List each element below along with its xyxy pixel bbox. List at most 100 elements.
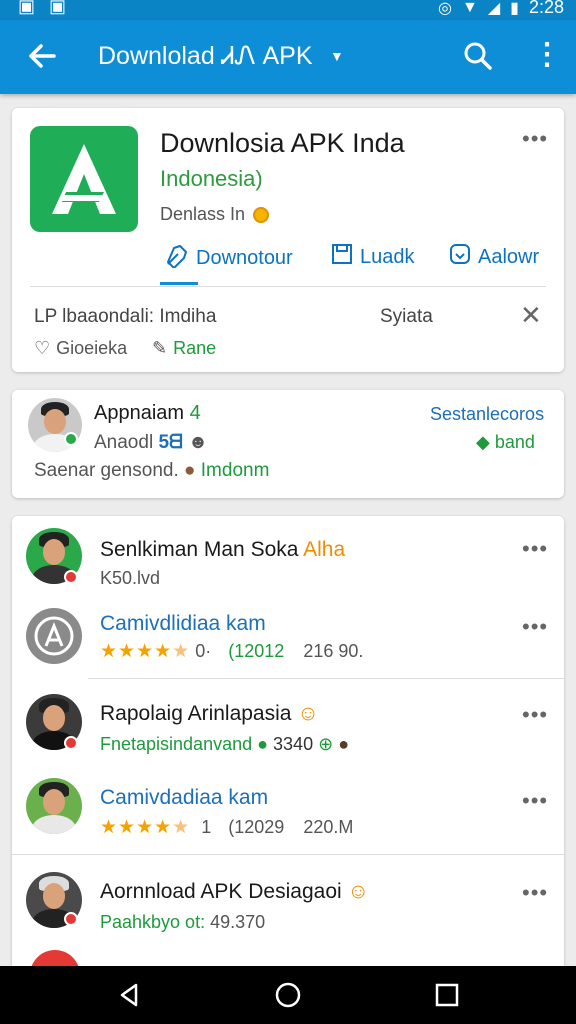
nav-recents-icon[interactable]	[432, 980, 462, 1010]
item-more-icon[interactable]: •••	[522, 788, 548, 814]
plus-circle-icon: ⊕	[318, 734, 334, 754]
mini-avatar-icon: ☻	[188, 432, 209, 453]
profile-name-suffix: 4	[189, 402, 201, 424]
coin-icon	[253, 206, 270, 223]
online-badge	[64, 432, 78, 446]
file-size: 216 90.	[303, 641, 364, 661]
active-tab-indicator	[160, 282, 198, 285]
download-count: Denlass In	[160, 204, 270, 225]
profile-line3: Saenar gensond. ● Imdonm	[34, 460, 270, 481]
status-bar: ▣▣ ◎ ▼ ◢ ▮ 2:28	[0, 0, 576, 20]
action-label: Aalowr	[478, 245, 540, 268]
download-count-label: Denlass In	[160, 204, 246, 224]
badge-dot	[64, 570, 78, 584]
list-item-value: 3340	[273, 734, 314, 754]
badge-dot	[64, 912, 78, 926]
item-more-icon[interactable]: •••	[522, 536, 548, 562]
back-arrow-icon[interactable]	[24, 38, 60, 74]
list-item-title[interactable]: Camivdadiaa kam	[100, 786, 268, 810]
info-row-right: Syiata	[380, 306, 433, 327]
page-title[interactable]: Downlolad ᏗᏁ APK	[98, 42, 313, 71]
badge-dot	[64, 736, 78, 750]
star-rating-icon: ★★★★	[100, 817, 173, 838]
app-list-card: Senlkiman Man Soka Alha K50.lvd ••• Cami…	[12, 516, 564, 1000]
profile-line3-tag: Imdonm	[200, 460, 270, 481]
dropdown-caret-icon[interactable]: ▼	[330, 48, 344, 64]
list-item-title[interactable]: Senlkiman Man Soka Alha	[100, 538, 345, 562]
nav-home-icon[interactable]	[273, 980, 303, 1010]
profile-name: Appnaiam 4	[94, 402, 201, 424]
app-logo-icon	[30, 126, 138, 232]
app-title: Downlosia APK Inda	[160, 128, 405, 158]
half-star-icon: ★	[172, 817, 191, 838]
action-luadk[interactable]: Luadk	[330, 242, 415, 272]
list-item-subtitle: Fnetapisindanvand ● 3340 ⊕ ●	[100, 734, 350, 754]
nav-back-icon[interactable]	[114, 980, 144, 1010]
save-icon	[330, 242, 354, 272]
list-item-rating: ★★★★★ 1 (12029 220.M	[100, 816, 353, 839]
link-icon	[164, 242, 190, 274]
profile-card[interactable]: Appnaiam 4 Anaodl 5ᗺ ☻ Saenar gensond. ●…	[12, 390, 564, 498]
rate-button[interactable]: ✎ Rane	[152, 338, 216, 359]
list-item-title[interactable]: Rapolaig Arinlapasia ☺	[100, 702, 319, 726]
app-bar: Downlolad ᏗᏁ APK ▼ ⋮	[0, 20, 576, 94]
app-subtitle: Indonesia)	[160, 166, 263, 191]
tag-icon: ◆	[476, 432, 490, 452]
rate-label: Rane	[173, 338, 217, 358]
profile-right-bottom[interactable]: ◆ band	[476, 432, 535, 453]
app-detail-card: Downlosia APK Inda Indonesia) Denlass In…	[12, 108, 564, 372]
action-downotour[interactable]: Downotour	[164, 242, 293, 274]
close-x-icon[interactable]: ✕	[520, 300, 542, 331]
list-item-subtitle: Paahkbyo ot: 49.370	[100, 912, 266, 932]
status-icons: ◎ ▼ ◢ ▮ 2:28	[438, 0, 564, 18]
like-button[interactable]: ♡ Gioeieka	[34, 338, 127, 359]
heart-icon: ♡	[34, 338, 51, 358]
action-label: Downotour	[196, 246, 293, 269]
notification-icons: ▣▣	[18, 0, 81, 16]
profile-right-top[interactable]: Sestanlecoros	[430, 404, 544, 425]
avatar	[26, 608, 82, 664]
divider	[88, 678, 564, 679]
review-count: (12029	[228, 817, 285, 837]
list-item-title[interactable]: Camivdlidiaa kam	[100, 612, 266, 636]
system-nav-bar	[0, 966, 576, 1024]
more-vert-icon[interactable]: ⋮	[532, 38, 562, 74]
action-label: Luadk	[360, 245, 415, 268]
item-more-icon[interactable]: •••	[522, 614, 548, 640]
battery-icon: ▮	[510, 0, 519, 17]
item-more-icon[interactable]: •••	[522, 880, 548, 906]
action-aalowr[interactable]: Aalowr	[448, 242, 539, 272]
profile-line2: Anaodl 5ᗺ ☻	[94, 432, 209, 453]
list-item-title[interactable]: Aornnload APK Desiagaoi ☺	[100, 880, 369, 904]
list-item-subtitle: K50.lvd	[100, 568, 161, 588]
search-icon[interactable]	[462, 38, 494, 74]
wifi-icon: ▼	[461, 0, 478, 16]
card-more-icon[interactable]: •••	[522, 126, 548, 152]
rating-number: 1	[201, 817, 212, 837]
review-count: (12012	[228, 641, 285, 661]
leaf-icon: ●	[257, 734, 269, 754]
profile-line2-badge: 5ᗺ	[158, 432, 183, 453]
rating-number: 0·	[195, 641, 212, 661]
list-item-value: 49.370	[210, 912, 266, 932]
alarm-icon: ◎	[438, 0, 452, 17]
list-item-tag: Alha	[303, 538, 346, 561]
download-badge-icon	[448, 242, 472, 272]
list-item-rating: ★★★★★ 0· (12012 216 90.	[100, 640, 363, 663]
signal-icon: ◢	[487, 0, 501, 17]
clock: 2:28	[528, 0, 564, 17]
file-size: 220.M	[303, 817, 354, 837]
half-star-icon: ★	[172, 641, 191, 662]
divider	[12, 854, 564, 855]
star-rating-icon: ★★★★	[100, 641, 173, 662]
mini-avatar-icon: ●	[338, 734, 350, 754]
avatar	[26, 778, 82, 834]
item-more-icon[interactable]: •••	[522, 702, 548, 728]
like-label: Gioeieka	[56, 338, 128, 358]
emoji-icon: ☺	[347, 880, 369, 903]
divider	[30, 286, 546, 287]
info-row-left: LP lbaaondali: Imdiha	[34, 306, 217, 327]
mini-avatar-icon: ●	[184, 460, 196, 481]
pencil-icon: ✎	[152, 338, 168, 358]
emoji-icon: ☺	[297, 702, 319, 725]
